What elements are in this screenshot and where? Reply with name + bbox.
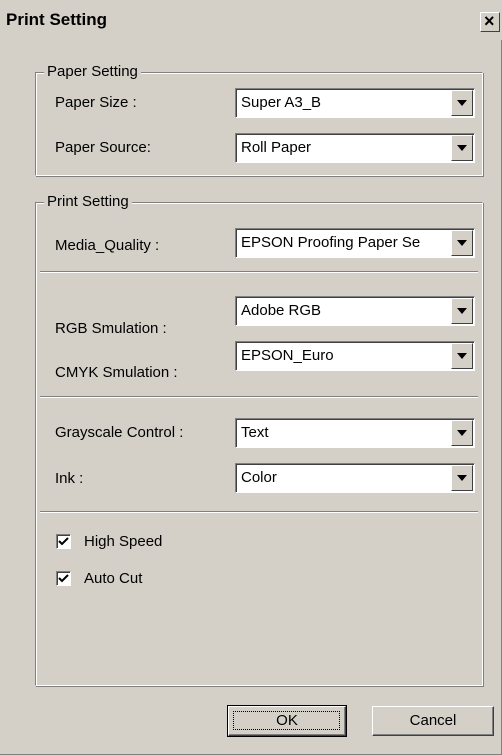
grayscale-control-value: Text <box>241 424 269 441</box>
print-setting-dialog: Print Setting × Paper Setting Paper Size… <box>0 0 502 755</box>
checkmark-icon <box>58 574 69 583</box>
ink-label: Ink : <box>55 470 84 487</box>
window-title: Print Setting <box>6 10 108 29</box>
ink-value: Color <box>241 469 277 486</box>
close-icon: × <box>484 11 495 31</box>
paper-source-select[interactable]: Roll Paper <box>235 133 475 163</box>
print-setting-legend: Print Setting <box>44 193 132 210</box>
cancel-button[interactable]: Cancel <box>372 706 494 736</box>
chevron-down-icon[interactable] <box>451 230 473 256</box>
grayscale-control-label: Grayscale Control : <box>55 424 184 441</box>
cmyk-simulation-label: CMYK Smulation : <box>55 364 178 381</box>
ok-button[interactable]: OK <box>227 705 347 737</box>
auto-cut-checkbox[interactable] <box>56 571 71 586</box>
high-speed-label[interactable]: High Speed <box>84 533 162 550</box>
paper-source-value: Roll Paper <box>241 139 312 156</box>
paper-size-select[interactable]: Super A3_B <box>235 88 475 118</box>
media-quality-value: EPSON Proofing Paper Se <box>241 234 421 251</box>
focus-ring <box>233 711 340 730</box>
ink-select[interactable]: Color <box>235 463 475 493</box>
rgb-simulation-select[interactable]: Adobe RGB <box>235 296 475 326</box>
rgb-simulation-value: Adobe RGB <box>241 302 322 319</box>
chevron-down-icon[interactable] <box>451 135 473 161</box>
paper-setting-legend: Paper Setting <box>44 63 141 80</box>
chevron-down-icon[interactable] <box>451 465 473 491</box>
chevron-down-icon[interactable] <box>451 420 473 446</box>
separator <box>40 396 478 398</box>
cancel-button-label: Cancel <box>409 712 457 729</box>
paper-source-label: Paper Source: <box>55 139 151 156</box>
chevron-down-icon[interactable] <box>451 298 473 324</box>
checkmark-icon <box>58 537 69 546</box>
media-quality-select[interactable]: EPSON Proofing Paper Se <box>235 228 475 258</box>
auto-cut-label[interactable]: Auto Cut <box>84 570 142 587</box>
separator <box>40 511 478 513</box>
chevron-down-icon[interactable] <box>451 343 473 369</box>
separator <box>40 271 478 273</box>
chevron-down-icon[interactable] <box>451 90 473 116</box>
media-quality-label: Media_Quality : <box>55 237 160 254</box>
grayscale-control-select[interactable]: Text <box>235 418 475 448</box>
cmyk-simulation-value: EPSON_Euro <box>241 347 334 364</box>
cmyk-simulation-select[interactable]: EPSON_Euro <box>235 341 475 371</box>
high-speed-checkbox[interactable] <box>56 534 71 549</box>
paper-size-label: Paper Size : <box>55 94 137 111</box>
paper-size-value: Super A3_B <box>241 94 322 111</box>
rgb-simulation-label: RGB Smulation : <box>55 320 167 337</box>
close-button[interactable]: × <box>480 11 500 32</box>
title-bar: Print Setting × <box>0 0 502 40</box>
